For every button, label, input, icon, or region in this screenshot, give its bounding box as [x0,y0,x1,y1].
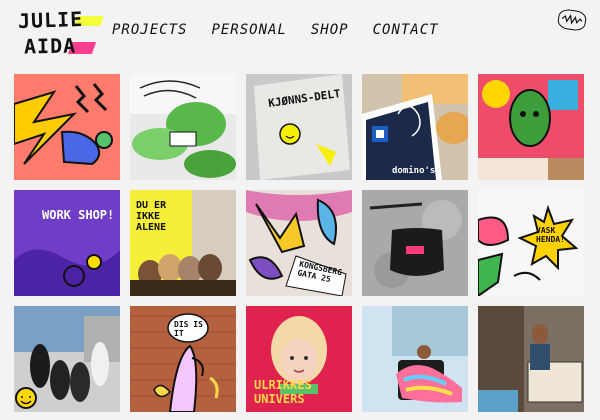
tile-caption: domino's [392,166,436,176]
tile-sign-carrier[interactable] [478,306,584,412]
scribble-badge-icon[interactable] [556,8,588,32]
nav-shop[interactable]: SHOP [311,22,349,38]
tile-kjonns-poster[interactable]: KJØNNS-DELT [246,74,352,180]
dominos-pizza-artwork [362,74,468,180]
tile-caption: DU ER IKKE ALENE [136,200,167,233]
fanny-pack-artwork [362,190,468,296]
tile-group-photo[interactable] [14,306,120,412]
nav-projects[interactable]: PROJECTS [112,22,187,38]
nav-contact[interactable]: CONTACT [373,22,439,38]
logo-line-1: JULIE [17,6,84,34]
tile-rainbow-chair[interactable] [362,306,468,412]
tile-caption: DIS IS IT [174,320,203,338]
nav-personal[interactable]: PERSONAL [211,22,286,38]
site-header: JULIE AIDA PROJECTS PERSONAL SHOP CONTAC… [0,0,600,70]
site-logo[interactable]: JULIE AIDA [17,6,104,62]
tile-mural-face[interactable] [478,74,584,180]
tile-kongsberg-gata[interactable]: KONGSBERG GATA 25 [246,190,352,296]
tile-ulrikkes-univers[interactable]: ULRIKKES UNIVERS [246,306,352,412]
tile-dis-is-it[interactable]: DIS IS IT [130,306,236,412]
lightning-hand-artwork [14,74,120,180]
tile-dominos-pizza[interactable]: domino's [362,74,468,180]
tile-workshop-poster[interactable]: WORK SHOP! [14,190,120,296]
plant-sketch-artwork [130,74,236,180]
vask-hendan-artwork [478,190,584,296]
logo-line-2: AIDA [23,33,77,59]
sign-carrier-artwork [478,306,584,412]
workshop-poster-artwork [14,190,120,296]
tile-fanny-pack[interactable] [362,190,468,296]
scribble-icon [561,14,583,25]
tile-caption: WORK SHOP! [42,208,115,222]
tile-vask-hendan[interactable]: VASK HENDA! [478,190,584,296]
mural-face-artwork [478,74,584,180]
rainbow-chair-artwork [362,306,468,412]
tile-plant-sketch[interactable] [130,74,236,180]
tile-du-er-ikke-alene[interactable]: DU ER IKKE ALENE [130,190,236,296]
group-photo-artwork [14,306,120,412]
tile-caption: VASK HENDA! [536,226,565,244]
project-grid: KJØNNS-DELT domino's WORK SHOP! DU ER IK… [14,74,584,412]
tile-lightning-hand[interactable] [14,74,120,180]
main-nav: PROJECTS PERSONAL SHOP CONTACT [112,22,439,38]
tile-caption: ULRIKKES UNIVERS [254,378,312,406]
